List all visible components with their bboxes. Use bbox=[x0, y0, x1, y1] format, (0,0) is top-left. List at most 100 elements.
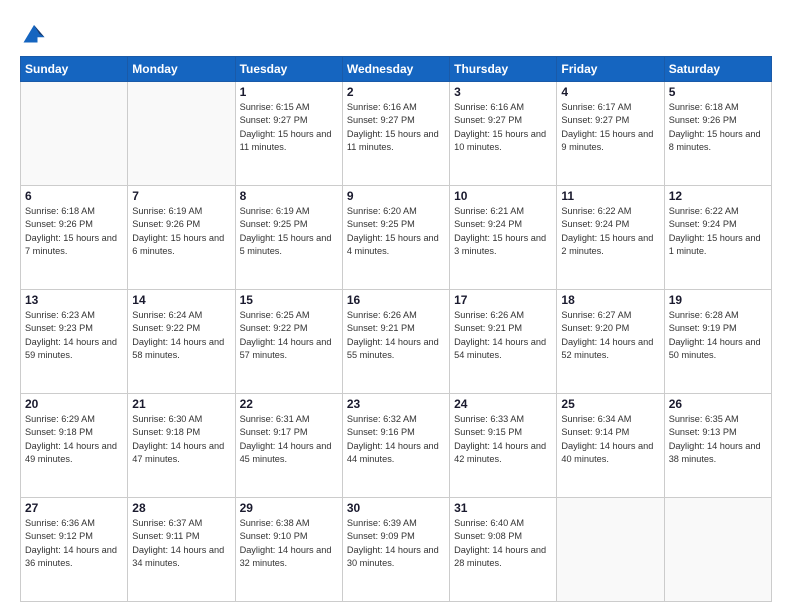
week-row-2: 13Sunrise: 6:23 AMSunset: 9:23 PMDayligh… bbox=[21, 290, 772, 394]
day-cell: 10 Sunrise: 6:21 AMSunset: 9:24 PMDayligh… bbox=[450, 186, 557, 290]
logo-icon bbox=[20, 18, 48, 46]
day-cell: 27Sunrise: 6:36 AMSunset: 9:12 PMDayligh… bbox=[21, 498, 128, 602]
day-number: 12 bbox=[669, 189, 767, 203]
header bbox=[20, 18, 772, 46]
day-info: Sunrise: 6:29 AMSunset: 9:18 PMDaylight:… bbox=[25, 413, 123, 466]
daylight-text: Daylight: 15 hours and 6 minutes. bbox=[132, 232, 230, 259]
sunset-text: Sunset: 9:12 PM bbox=[25, 530, 123, 543]
sunrise-text: Sunrise: 6:19 AM bbox=[132, 205, 230, 218]
day-cell: 31Sunrise: 6:40 AMSunset: 9:08 PMDayligh… bbox=[450, 498, 557, 602]
sunrise-text: Sunrise: 6:32 AM bbox=[347, 413, 445, 426]
day-info: Sunrise: 6:26 AMSunset: 9:21 PMDaylight:… bbox=[454, 309, 552, 362]
day-number: 18 bbox=[561, 293, 659, 307]
day-number: 30 bbox=[347, 501, 445, 515]
day-number: 2 bbox=[347, 85, 445, 99]
week-row-4: 27Sunrise: 6:36 AMSunset: 9:12 PMDayligh… bbox=[21, 498, 772, 602]
sunset-text: Sunset: 9:11 PM bbox=[132, 530, 230, 543]
day-number: 15 bbox=[240, 293, 338, 307]
daylight-text: Daylight: 15 hours and 7 minutes. bbox=[25, 232, 123, 259]
day-cell: 4 Sunrise: 6:17 AMSunset: 9:27 PMDaylight… bbox=[557, 82, 664, 186]
weekday-header-thursday: Thursday bbox=[450, 57, 557, 82]
day-cell: 6Sunrise: 6:18 AMSunset: 9:26 PMDaylight… bbox=[21, 186, 128, 290]
day-cell bbox=[664, 498, 771, 602]
daylight-text: Daylight: 14 hours and 50 minutes. bbox=[669, 336, 767, 363]
day-info: Sunrise: 6:17 AMSunset: 9:27 PMDaylight:… bbox=[561, 101, 659, 154]
sunrise-text: Sunrise: 6:19 AM bbox=[240, 205, 338, 218]
day-info: Sunrise: 6:40 AMSunset: 9:08 PMDaylight:… bbox=[454, 517, 552, 570]
day-number: 23 bbox=[347, 397, 445, 411]
day-cell: 19Sunrise: 6:28 AMSunset: 9:19 PMDayligh… bbox=[664, 290, 771, 394]
day-cell bbox=[21, 82, 128, 186]
day-number: 21 bbox=[132, 397, 230, 411]
page: SundayMondayTuesdayWednesdayThursdayFrid… bbox=[0, 0, 792, 612]
daylight-text: Daylight: 15 hours and 3 minutes. bbox=[454, 232, 552, 259]
sunrise-text: Sunrise: 6:26 AM bbox=[347, 309, 445, 322]
day-info: Sunrise: 6:31 AMSunset: 9:17 PMDaylight:… bbox=[240, 413, 338, 466]
sunrise-text: Sunrise: 6:38 AM bbox=[240, 517, 338, 530]
sunset-text: Sunset: 9:25 PM bbox=[240, 218, 338, 231]
day-cell: 28 Sunrise: 6:37 AMSunset: 9:11 PMDayligh… bbox=[128, 498, 235, 602]
day-cell: 30 Sunrise: 6:39 AMSunset: 9:09 PMDayligh… bbox=[342, 498, 449, 602]
weekday-header-row: SundayMondayTuesdayWednesdayThursdayFrid… bbox=[21, 57, 772, 82]
sunrise-text: Sunrise: 6:16 AM bbox=[454, 101, 552, 114]
daylight-text: Daylight: 14 hours and 59 minutes. bbox=[25, 336, 123, 363]
sunset-text: Sunset: 9:26 PM bbox=[25, 218, 123, 231]
sunset-text: Sunset: 9:23 PM bbox=[25, 322, 123, 335]
day-number: 6 bbox=[25, 189, 123, 203]
daylight-text: Daylight: 15 hours and 5 minutes. bbox=[240, 232, 338, 259]
weekday-header-saturday: Saturday bbox=[664, 57, 771, 82]
sunset-text: Sunset: 9:16 PM bbox=[347, 426, 445, 439]
day-number: 10 bbox=[454, 189, 552, 203]
day-info: Sunrise: 6:26 AMSunset: 9:21 PMDaylight:… bbox=[347, 309, 445, 362]
day-number: 11 bbox=[561, 189, 659, 203]
daylight-text: Daylight: 15 hours and 1 minute. bbox=[669, 232, 767, 259]
day-info: Sunrise: 6:23 AMSunset: 9:23 PMDaylight:… bbox=[25, 309, 123, 362]
sunset-text: Sunset: 9:08 PM bbox=[454, 530, 552, 543]
weekday-header-monday: Monday bbox=[128, 57, 235, 82]
daylight-text: Daylight: 14 hours and 47 minutes. bbox=[132, 440, 230, 467]
daylight-text: Daylight: 15 hours and 4 minutes. bbox=[347, 232, 445, 259]
day-number: 1 bbox=[240, 85, 338, 99]
sunrise-text: Sunrise: 6:39 AM bbox=[347, 517, 445, 530]
day-info: Sunrise: 6:15 AMSunset: 9:27 PMDaylight:… bbox=[240, 101, 338, 154]
sunset-text: Sunset: 9:26 PM bbox=[132, 218, 230, 231]
day-cell bbox=[128, 82, 235, 186]
day-info: Sunrise: 6:37 AMSunset: 9:11 PMDaylight:… bbox=[132, 517, 230, 570]
day-cell: 17Sunrise: 6:26 AMSunset: 9:21 PMDayligh… bbox=[450, 290, 557, 394]
sunrise-text: Sunrise: 6:36 AM bbox=[25, 517, 123, 530]
sunset-text: Sunset: 9:22 PM bbox=[240, 322, 338, 335]
day-number: 26 bbox=[669, 397, 767, 411]
sunrise-text: Sunrise: 6:34 AM bbox=[561, 413, 659, 426]
day-cell: 3Sunrise: 6:16 AMSunset: 9:27 PMDaylight… bbox=[450, 82, 557, 186]
day-cell: 20Sunrise: 6:29 AMSunset: 9:18 PMDayligh… bbox=[21, 394, 128, 498]
day-info: Sunrise: 6:28 AMSunset: 9:19 PMDaylight:… bbox=[669, 309, 767, 362]
sunset-text: Sunset: 9:14 PM bbox=[561, 426, 659, 439]
day-info: Sunrise: 6:19 AMSunset: 9:26 PMDaylight:… bbox=[132, 205, 230, 258]
day-info: Sunrise: 6:39 AMSunset: 9:09 PMDaylight:… bbox=[347, 517, 445, 570]
sunrise-text: Sunrise: 6:33 AM bbox=[454, 413, 552, 426]
day-number: 24 bbox=[454, 397, 552, 411]
day-cell: 21 Sunrise: 6:30 AMSunset: 9:18 PMDayligh… bbox=[128, 394, 235, 498]
day-info: Sunrise: 6:21 AMSunset: 9:24 PMDaylight:… bbox=[454, 205, 552, 258]
day-info: Sunrise: 6:36 AMSunset: 9:12 PMDaylight:… bbox=[25, 517, 123, 570]
sunrise-text: Sunrise: 6:18 AM bbox=[669, 101, 767, 114]
day-info: Sunrise: 6:18 AMSunset: 9:26 PMDaylight:… bbox=[669, 101, 767, 154]
sunset-text: Sunset: 9:10 PM bbox=[240, 530, 338, 543]
weekday-header-friday: Friday bbox=[557, 57, 664, 82]
daylight-text: Daylight: 14 hours and 30 minutes. bbox=[347, 544, 445, 571]
sunrise-text: Sunrise: 6:30 AM bbox=[132, 413, 230, 426]
day-info: Sunrise: 6:30 AMSunset: 9:18 PMDaylight:… bbox=[132, 413, 230, 466]
day-number: 28 bbox=[132, 501, 230, 515]
daylight-text: Daylight: 14 hours and 28 minutes. bbox=[454, 544, 552, 571]
day-cell: 29Sunrise: 6:38 AMSunset: 9:10 PMDayligh… bbox=[235, 498, 342, 602]
daylight-text: Daylight: 15 hours and 11 minutes. bbox=[240, 128, 338, 155]
sunset-text: Sunset: 9:20 PM bbox=[561, 322, 659, 335]
day-info: Sunrise: 6:19 AMSunset: 9:25 PMDaylight:… bbox=[240, 205, 338, 258]
day-cell: 8Sunrise: 6:19 AMSunset: 9:25 PMDaylight… bbox=[235, 186, 342, 290]
weekday-header-sunday: Sunday bbox=[21, 57, 128, 82]
day-info: Sunrise: 6:38 AMSunset: 9:10 PMDaylight:… bbox=[240, 517, 338, 570]
sunrise-text: Sunrise: 6:28 AM bbox=[669, 309, 767, 322]
day-number: 4 bbox=[561, 85, 659, 99]
sunrise-text: Sunrise: 6:25 AM bbox=[240, 309, 338, 322]
daylight-text: Daylight: 14 hours and 45 minutes. bbox=[240, 440, 338, 467]
